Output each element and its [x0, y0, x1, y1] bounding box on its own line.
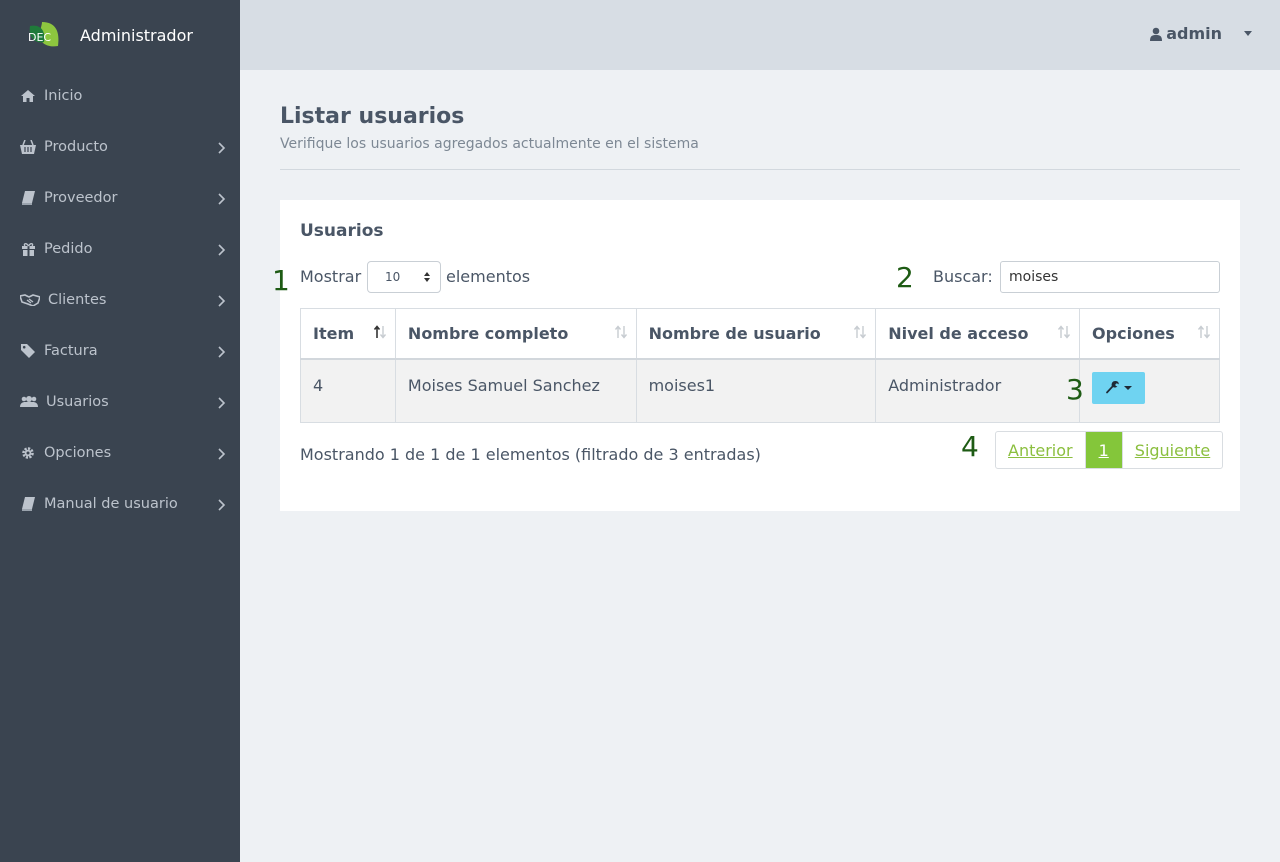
- marker-2: 2: [896, 261, 914, 294]
- chevron-right-icon: [218, 141, 226, 154]
- length-suffix: elementos: [446, 267, 531, 286]
- page-subtitle: Verifique los usuarios agregados actualm…: [280, 136, 699, 152]
- topbar: admin: [240, 0, 1280, 70]
- sidebar-item-pedido[interactable]: Pedido: [0, 223, 240, 274]
- page-title: Listar usuarios: [280, 104, 465, 129]
- sidebar-item-manual[interactable]: Manual de usuario: [0, 478, 240, 529]
- sidebar-item-label: Manual de usuario: [44, 495, 178, 512]
- sidebar-item-label: Usuarios: [46, 393, 109, 410]
- chevron-right-icon: [218, 447, 226, 460]
- column-header-opciones[interactable]: Opciones: [1079, 308, 1220, 360]
- page-length-value: 10: [385, 270, 401, 284]
- column-header-nivel[interactable]: Nivel de acceso: [875, 308, 1081, 360]
- sort-icon: [614, 325, 627, 339]
- users-card: Usuarios Mostrar 10 elementos Buscar: It…: [280, 200, 1240, 511]
- sidebar-item-opciones[interactable]: Opciones: [0, 427, 240, 478]
- caret-down-icon: [1244, 31, 1252, 36]
- cell-usuario: moises1: [635, 358, 877, 423]
- user-name: admin: [1166, 24, 1222, 43]
- gear-icon: [20, 445, 36, 461]
- sidebar-item-label: Inicio: [44, 87, 83, 104]
- chevron-right-icon: [218, 345, 226, 358]
- select-arrows-icon: [424, 272, 430, 282]
- logo: DEC: [26, 20, 60, 50]
- basket-icon: [20, 139, 36, 155]
- chevron-right-icon: [218, 192, 226, 205]
- book-icon: [20, 496, 36, 512]
- marker-3: 3: [1066, 373, 1084, 406]
- pagination-next[interactable]: Siguiente: [1121, 432, 1222, 468]
- pagination-previous[interactable]: Anterior: [996, 432, 1085, 468]
- sidebar-item-label: Opciones: [44, 444, 112, 461]
- user-menu[interactable]: admin: [1150, 24, 1252, 43]
- sidebar-item-label: Pedido: [44, 240, 93, 257]
- sidebar-item-usuarios[interactable]: Usuarios: [0, 376, 240, 427]
- search-input[interactable]: [1000, 261, 1220, 293]
- book-icon: [20, 190, 36, 206]
- home-icon: [20, 88, 36, 104]
- sidebar-item-label: Proveedor: [44, 189, 118, 206]
- length-label: Mostrar: [300, 267, 362, 286]
- sidebar-item-label: Clientes: [48, 291, 107, 308]
- sidebar: DEC Administrador Inicio Producto Provee…: [0, 0, 240, 862]
- marker-4: 4: [961, 430, 979, 463]
- sidebar-item-clientes[interactable]: Clientes: [0, 274, 240, 325]
- cell-nombre: Moises Samuel Sanchez: [394, 358, 637, 423]
- marker-1: 1: [272, 264, 290, 297]
- sort-icon: [1197, 325, 1211, 339]
- cell-opciones: [1079, 358, 1220, 423]
- search-label: Buscar:: [933, 267, 993, 286]
- column-header-nombre[interactable]: Nombre completo: [394, 308, 637, 360]
- svg-text:DEC: DEC: [28, 31, 51, 44]
- sort-icon: [854, 325, 867, 339]
- sidebar-item-label: Producto: [44, 138, 108, 155]
- chevron-right-icon: [218, 396, 226, 409]
- divider: [280, 169, 1240, 170]
- gift-icon: [20, 241, 36, 257]
- users-icon: [20, 394, 38, 410]
- sidebar-item-proveedor[interactable]: Proveedor: [0, 172, 240, 223]
- chevron-right-icon: [218, 498, 226, 511]
- brand[interactable]: DEC Administrador: [0, 0, 240, 70]
- table-header-row: Item Nombre completo Nombre de usuario N…: [300, 308, 1220, 360]
- handshake-icon: [20, 292, 40, 308]
- sort-icon: [1058, 325, 1071, 339]
- caret-down-icon: [1124, 385, 1133, 390]
- pagination-page-1[interactable]: 1: [1084, 432, 1122, 468]
- pagination: Anterior 1 Siguiente: [995, 431, 1224, 469]
- cell-item: 4: [300, 358, 396, 423]
- sidebar-item-label: Factura: [44, 342, 98, 359]
- user-icon: [1150, 27, 1163, 41]
- brand-title: Administrador: [80, 25, 193, 45]
- wrench-icon: [1106, 380, 1119, 393]
- page-length-select[interactable]: 10: [367, 261, 441, 293]
- column-header-usuario[interactable]: Nombre de usuario: [635, 308, 877, 360]
- table-info: Mostrando 1 de 1 de 1 elementos (filtrad…: [300, 445, 761, 464]
- sidebar-item-inicio[interactable]: Inicio: [0, 70, 240, 121]
- sidebar-item-factura[interactable]: Factura: [0, 325, 240, 376]
- chevron-right-icon: [218, 294, 226, 307]
- card-title: Usuarios: [300, 221, 384, 241]
- sort-asc-icon: [373, 325, 386, 339]
- cell-nivel: Administrador: [875, 358, 1081, 423]
- tag-icon: [20, 343, 36, 359]
- options-dropdown-button[interactable]: [1092, 371, 1146, 404]
- chevron-right-icon: [218, 243, 226, 256]
- sidebar-item-producto[interactable]: Producto: [0, 121, 240, 172]
- column-header-item[interactable]: Item: [300, 308, 396, 360]
